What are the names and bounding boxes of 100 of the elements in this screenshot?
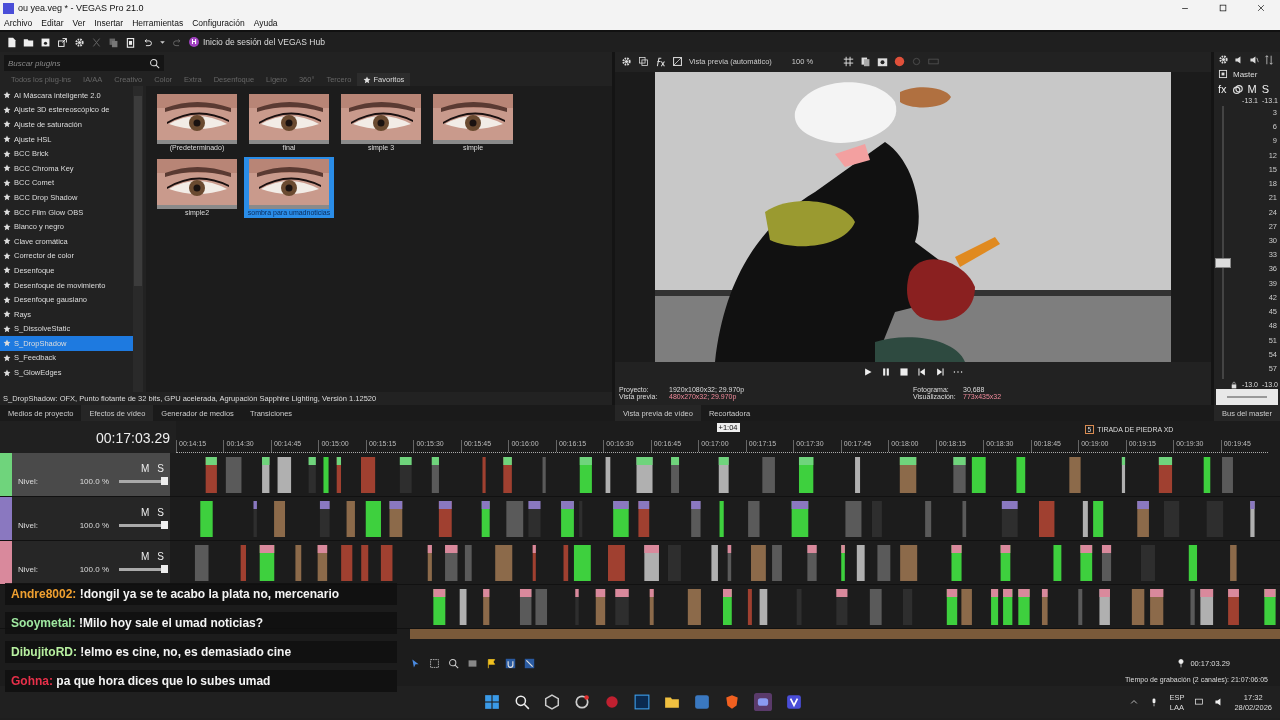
menu-item[interactable]: Ver [72,18,86,28]
snapshot-icon[interactable] [876,56,888,68]
v-app-icon[interactable] [786,694,802,710]
pause-icon[interactable] [881,366,891,377]
level-label: Nivel: [18,565,39,574]
play-icon[interactable] [863,366,873,377]
star-icon [3,295,11,304]
search-icon[interactable] [448,657,459,669]
track-header[interactable]: M S Nivel: 100.0 % [0,453,170,496]
start-icon[interactable] [484,694,500,710]
window-title: ou yea.veg * - VEGAS Pro 21.0 [18,3,144,13]
star-icon [363,75,372,84]
next-frame-icon[interactable] [935,366,945,377]
record-app-icon[interactable] [604,694,620,710]
level-label: Nivel: [18,521,39,530]
copy-icon[interactable] [108,36,119,48]
save-icon[interactable] [40,36,51,48]
timecode: 00:17:03.29 [0,421,176,453]
split-screen-icon[interactable] [672,56,683,68]
maximize-icon[interactable] [1218,3,1228,13]
solo-button[interactable]: S [157,551,164,562]
star-icon [3,120,11,129]
settings-icon[interactable] [621,56,632,68]
star-icon [3,251,11,260]
search-field[interactable]: Buscar plugins [4,55,145,71]
star-icon [3,91,11,100]
mute-button[interactable]: M [141,551,150,562]
star-icon [3,105,11,114]
folder-icon[interactable] [23,36,34,48]
star-icon [3,222,11,231]
export-icon[interactable] [57,36,68,48]
star-icon [3,135,11,144]
record-icon[interactable] [893,56,905,68]
stop-icon[interactable] [899,366,909,377]
chat-message: Andre8002: !dongil ya se te acabo la plata no, mercenario [5,583,397,605]
solo-button[interactable]: S [1261,83,1270,95]
network-icon[interactable] [1194,697,1205,707]
solo-button[interactable]: S [157,463,164,474]
grid-icon[interactable] [842,56,854,68]
menu-item[interactable]: Ayuda [253,18,278,28]
volume-fader[interactable] [1217,106,1229,379]
menu-item[interactable]: Herramientas [132,18,184,28]
chat-message: Sooymetal: !Milo hoy sale el umad noticias? [5,612,397,634]
mute-button[interactable]: M [141,463,150,474]
folder-icon[interactable] [664,694,680,710]
hexagon-app-icon[interactable] [544,694,560,710]
link-icon[interactable] [1231,83,1243,95]
track-header[interactable]: M S Nivel: 100.0 % [0,497,170,540]
copy-icon[interactable] [638,56,649,68]
circle-app-icon[interactable] [574,694,590,710]
star-icon [3,354,11,362]
cursor-pin-icon [1176,658,1187,668]
shield-app-icon[interactable] [724,694,740,710]
bus-title: Master [1233,69,1258,79]
scrollbar[interactable] [133,86,143,392]
menu-item[interactable]: Archivo [4,18,33,28]
time-ruler[interactable] [176,440,1268,453]
undo-icon[interactable] [142,36,153,48]
flag-icon[interactable] [486,657,497,669]
close-icon[interactable] [1256,3,1266,13]
speaker-icon[interactable] [1249,54,1259,65]
fx-icon[interactable] [655,56,666,68]
previous-frame-icon[interactable] [917,366,927,377]
star-icon [3,149,11,158]
square-app-icon[interactable] [694,694,710,710]
mute-button[interactable]: M [1247,83,1257,95]
fx-button[interactable]: fx [1218,83,1227,95]
search-icon[interactable] [514,694,530,710]
app-logo-icon [3,2,14,14]
menu-item[interactable]: Editar [41,18,64,28]
ripple-icon[interactable] [524,657,535,669]
lock-icon[interactable] [1230,381,1239,389]
checkbox-icon[interactable] [1218,69,1228,79]
level-label: Nivel: [18,477,39,486]
star-icon [3,339,11,348]
track-header[interactable]: M S Nivel: 100.0 % [0,541,170,584]
chevron-up-icon[interactable] [1129,697,1140,707]
mute-button[interactable]: M [141,507,150,518]
copy-frame-icon[interactable] [859,56,871,68]
clipboard-icon[interactable] [125,36,136,48]
level-value: 100.0 % [79,565,109,574]
level-value: 100.0 % [79,477,109,486]
settings-icon[interactable] [1218,54,1229,65]
star-icon [3,208,11,217]
pointer-icon[interactable] [410,657,421,669]
snap-icon[interactable] [505,657,516,669]
menu-item[interactable]: Insertar [94,18,124,28]
chat-message: DibujitoRD: !elmo es cine, no, es demasiado cine [5,641,397,663]
trim-icon[interactable] [467,657,478,669]
star-icon [3,178,11,187]
menu-item[interactable]: Configuración [192,18,245,28]
star-icon [3,324,11,333]
new-file-icon[interactable] [6,36,17,48]
solo-button[interactable]: S [157,507,164,518]
sort-icon[interactable] [1264,54,1274,65]
chat-app-icon[interactable] [754,693,772,711]
select-box-icon[interactable] [429,657,440,669]
photo-app-icon[interactable] [634,694,650,710]
settings-icon[interactable] [74,36,85,48]
search-icon[interactable] [149,57,160,69]
